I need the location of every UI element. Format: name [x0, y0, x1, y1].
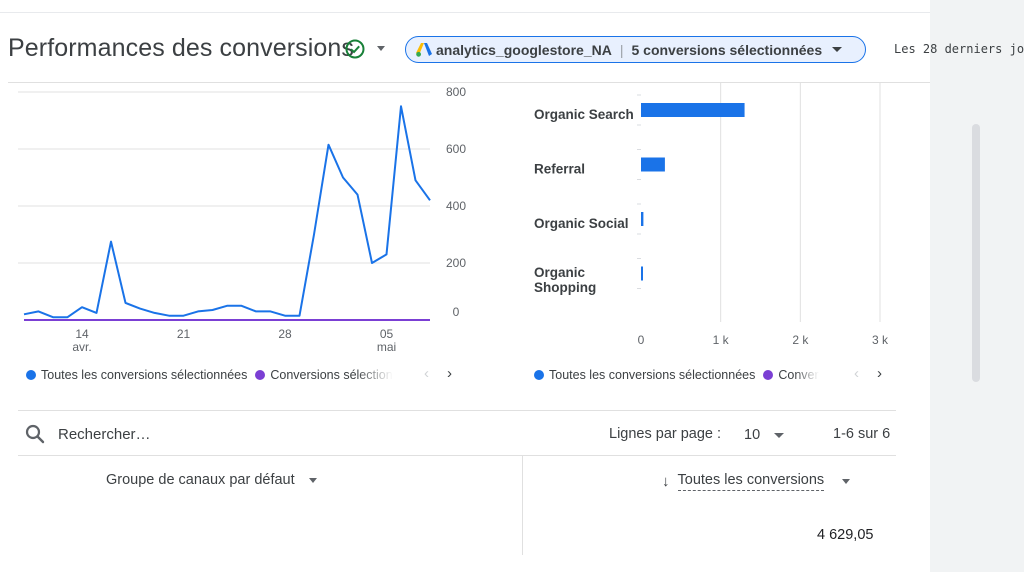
bar [641, 103, 745, 117]
metric-total-value: 4 629,05 [817, 527, 874, 543]
charts-divider [18, 410, 896, 411]
search-input[interactable] [58, 422, 358, 446]
legend-label: Conversions sélection [270, 368, 393, 382]
legend-item-selected-conversions[interactable]: Conver [763, 368, 819, 382]
legend-label: Toutes les conversions sélectionnées [41, 368, 248, 382]
line-legend-nav: ‹ › [424, 365, 452, 382]
chevron-down-icon [832, 47, 843, 52]
x-tick-sublabel: mai [377, 340, 396, 354]
bar-chart-legend: Toutes les conversions sélectionnées Con… [534, 368, 852, 382]
legend-item-selected-conversions[interactable]: Conversions sélection [255, 368, 393, 382]
toolbar-divider [18, 455, 896, 456]
sort-arrow-icon[interactable]: ↓ [662, 473, 670, 490]
bar [641, 212, 644, 226]
scrollbar-thumb[interactable] [972, 124, 980, 382]
x-tick-label: 2 k [792, 333, 809, 347]
conversions-selected-label: 5 conversions sélectionnées [631, 41, 823, 58]
x-tick-label: 28 [278, 327, 292, 341]
page-title: Performances des conversions [8, 34, 355, 62]
dropdown-arrow-icon [842, 479, 851, 484]
google-ads-icon [416, 42, 432, 57]
x-tick-label: 0 [638, 333, 645, 347]
legend-label: Conver [778, 368, 819, 382]
metric-column-label: Toutes les conversions [677, 472, 825, 491]
check-circle-icon[interactable] [344, 38, 366, 60]
category-label: Referral [534, 162, 585, 177]
legend-dot [763, 370, 774, 380]
chevron-left-icon[interactable]: ‹ [854, 365, 859, 382]
rows-per-page-label: Lignes par page : [609, 426, 722, 442]
category-label: Organic Search [534, 107, 634, 122]
legend-dot [534, 370, 544, 380]
rows-per-page-select[interactable]: 10 [744, 424, 792, 446]
date-range-label[interactable]: Les 28 derniers jours [894, 42, 1024, 56]
search-icon [25, 424, 45, 444]
x-tick-label: 1 k [713, 333, 730, 347]
legend-dot [255, 370, 266, 380]
dimension-column-label: Groupe de canaux par défaut [106, 472, 295, 488]
rows-per-page-value: 10 [744, 427, 761, 443]
y-tick-label: 400 [446, 199, 466, 213]
series-line [23, 105, 431, 319]
legend-item-all-conversions[interactable]: Toutes les conversions sélectionnées [26, 368, 247, 382]
x-tick-label: 14 [75, 327, 89, 341]
y-tick-label: 200 [446, 256, 466, 270]
bar-chart: 0 1 k 2 k 3 k Organic Search Referral Organic … [534, 82, 889, 347]
y-tick-label: 600 [446, 142, 466, 156]
chip-separator: | [619, 41, 624, 58]
legend-item-all-conversions[interactable]: Toutes les conversions sélectionnées [534, 368, 755, 382]
line-chart: 0 200 400 600 800 14avr. 21 28 05mai [18, 85, 466, 354]
y-tick-label: 800 [446, 85, 466, 99]
legend-label: Toutes les conversions sélectionnées [549, 368, 756, 382]
pagination-label: 1-6 sur 6 [833, 426, 891, 442]
chevron-right-icon[interactable]: › [447, 365, 452, 382]
status-dropdown-icon[interactable] [377, 46, 385, 51]
bar [641, 266, 643, 281]
bar [641, 157, 665, 172]
x-tick-label: 3 k [872, 333, 889, 347]
conversion-selector-chip[interactable]: analytics_googlestore_NA | 5 conversions… [405, 36, 866, 63]
chevron-left-icon[interactable]: ‹ [424, 365, 429, 382]
dimension-column-header[interactable]: Groupe de canaux par défaut [106, 472, 317, 488]
top-strip [0, 0, 1024, 12]
category-label: Organic [534, 265, 586, 280]
chevron-right-icon[interactable]: › [877, 365, 882, 382]
x-tick-sublabel: avr. [72, 340, 91, 354]
metric-column-header[interactable]: ↓ Toutes les conversions [662, 472, 851, 491]
column-divider [522, 455, 523, 555]
x-tick-label: 05 [380, 327, 394, 341]
legend-dot [26, 370, 36, 380]
property-name: analytics_googlestore_NA [436, 41, 612, 58]
category-label: Organic Social [534, 216, 629, 231]
line-chart-legend: Toutes les conversions sélectionnées Con… [26, 368, 406, 382]
dropdown-arrow-icon [308, 477, 317, 483]
y-tick-label: 0 [453, 305, 460, 319]
x-tick-label: 21 [177, 327, 191, 341]
chevron-down-icon [774, 432, 785, 438]
bar-legend-nav: ‹ › [854, 365, 882, 382]
category-label: Shopping [534, 280, 596, 295]
